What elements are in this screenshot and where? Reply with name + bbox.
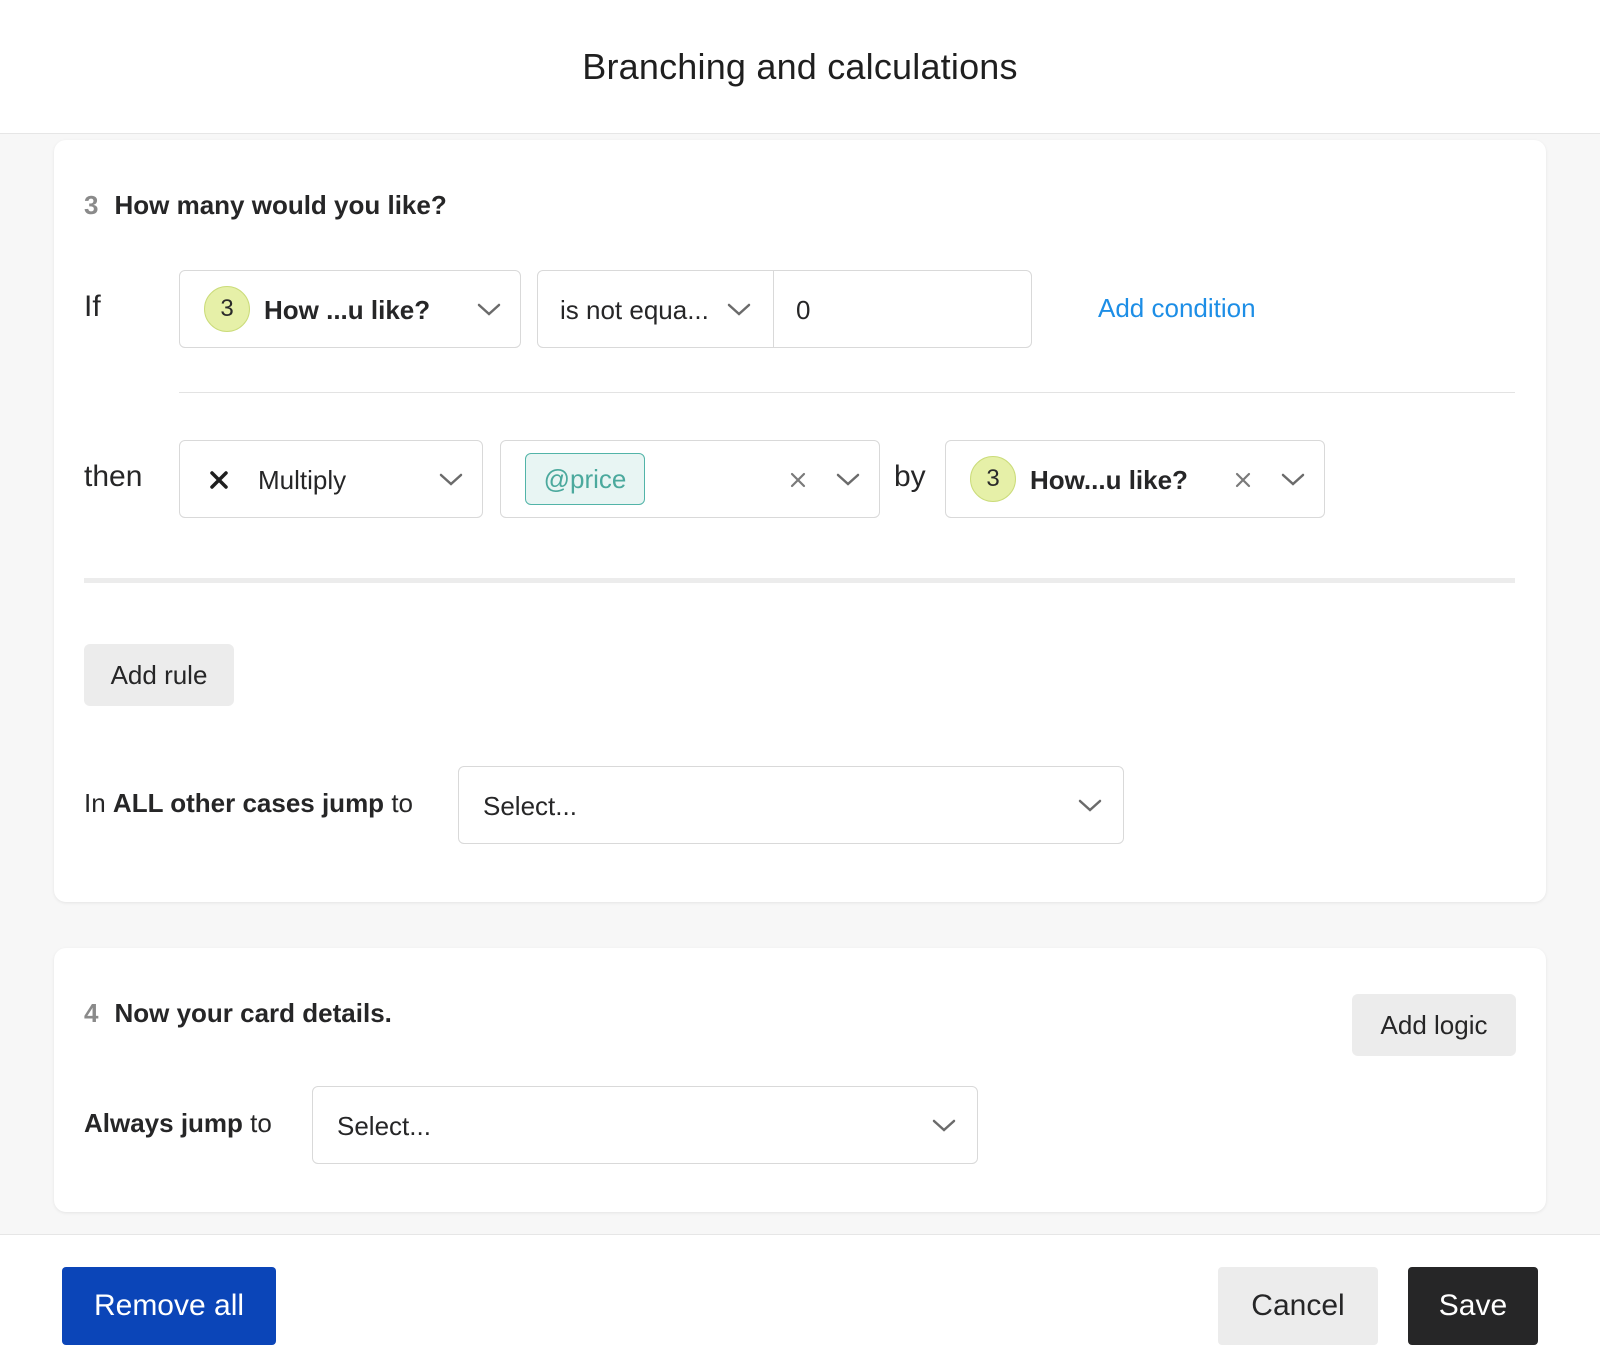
chevron-down-icon (438, 472, 464, 488)
cancel-button[interactable]: Cancel (1218, 1267, 1378, 1345)
fallback-suffix: to (391, 788, 413, 818)
condition-field-label: How ...u like? (264, 295, 431, 325)
chevron-down-icon (1077, 798, 1103, 814)
add-rule-button[interactable]: Add rule (84, 644, 234, 706)
condition-operator-select[interactable]: is not equa... (537, 270, 775, 348)
save-button[interactable]: Save (1408, 1267, 1538, 1345)
fallback-placeholder: Select... (483, 791, 577, 821)
always-suffix: to (250, 1108, 272, 1138)
always-bold: Always jump (84, 1108, 243, 1138)
variable-select[interactable]: @price (500, 440, 880, 518)
fallback-jump-select[interactable]: Select... (458, 766, 1124, 844)
condition-operator-label: is not equa... (560, 295, 709, 325)
question-4-card: 4 Now your card details. Add logic Always… (54, 948, 1546, 1212)
if-label: If (84, 290, 101, 323)
clear-icon[interactable] (1234, 471, 1252, 494)
variable-tag: @price (525, 453, 645, 505)
operand-select[interactable]: 3 How...u like? (945, 440, 1325, 518)
condition-field-select[interactable]: 3 How ...u like? (179, 270, 521, 348)
question-badge: 3 (204, 286, 250, 332)
fallback-prefix: In (84, 788, 106, 818)
divider (179, 392, 1515, 393)
operation-select[interactable]: Multiply (179, 440, 483, 518)
question-3-card: 3 How many would you like? If 3 How ...u … (54, 140, 1546, 902)
chevron-down-icon (476, 302, 502, 318)
rule-divider (84, 578, 1515, 583)
modal-header: Branching and calculations (0, 0, 1600, 134)
question-4-heading: 4 Now your card details. (84, 998, 392, 1029)
question-3-heading: 3 How many would you like? (84, 190, 447, 221)
by-label: by (894, 460, 926, 493)
fallback-label: In ALL other cases jump to (84, 788, 413, 819)
always-placeholder: Select... (337, 1111, 431, 1141)
question-number: 3 (84, 190, 99, 220)
fallback-bold: ALL other cases jump (112, 788, 385, 818)
chevron-down-icon (931, 1118, 957, 1134)
operand-label: How...u like? (1030, 465, 1188, 495)
clear-icon[interactable] (789, 471, 807, 494)
chevron-down-icon (726, 302, 752, 318)
add-logic-button[interactable]: Add logic (1352, 994, 1516, 1056)
question-title: How many would you like? (114, 190, 447, 220)
condition-value: 0 (796, 295, 811, 325)
then-label: then (84, 460, 143, 493)
add-condition-link[interactable]: Add condition (1098, 293, 1256, 324)
modal-footer: Remove all Cancel Save (0, 1234, 1600, 1365)
modal-content: 3 How many would you like? If 3 How ...u … (0, 134, 1600, 1234)
operation-label: Multiply (258, 465, 347, 495)
remove-all-button[interactable]: Remove all (62, 1267, 276, 1345)
always-jump-label: Always jump to (84, 1108, 272, 1139)
condition-value-input[interactable]: 0 (773, 270, 1032, 348)
question-number: 4 (84, 998, 99, 1028)
chevron-down-icon (835, 472, 861, 488)
question-badge: 3 (970, 456, 1016, 502)
always-jump-select[interactable]: Select... (312, 1086, 978, 1164)
multiply-icon (208, 469, 230, 496)
question-title: Now your card details. (114, 998, 392, 1028)
modal-title: Branching and calculations (582, 45, 1018, 87)
chevron-down-icon (1280, 472, 1306, 488)
